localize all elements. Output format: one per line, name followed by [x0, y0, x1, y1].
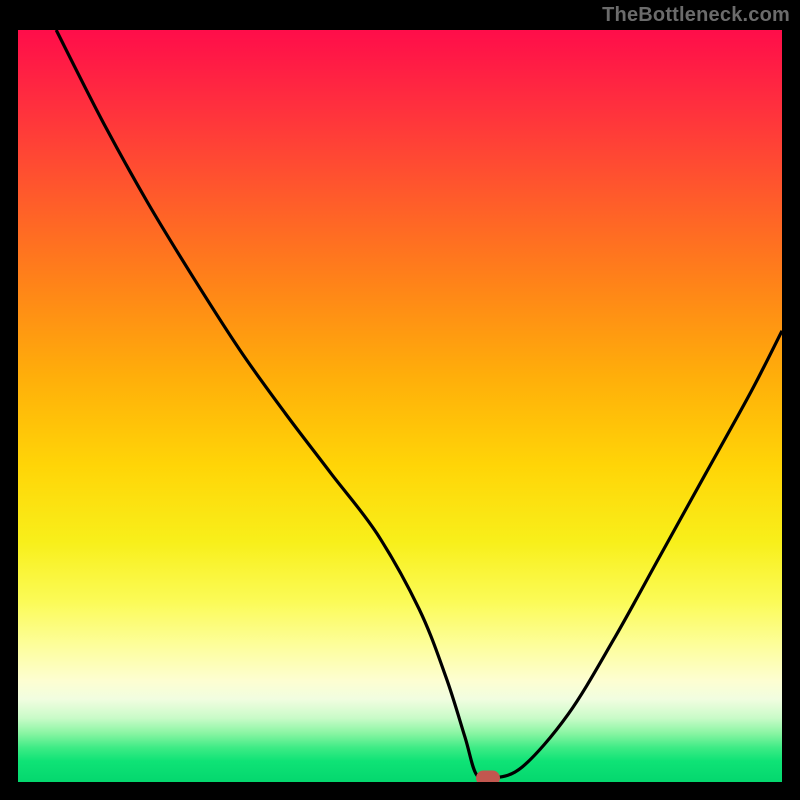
axis-baseline — [0, 782, 800, 800]
plot-area — [18, 30, 782, 782]
attribution-label: TheBottleneck.com — [602, 4, 790, 27]
chart-frame: TheBottleneck.com — [0, 0, 800, 800]
bottleneck-curve — [18, 30, 782, 782]
